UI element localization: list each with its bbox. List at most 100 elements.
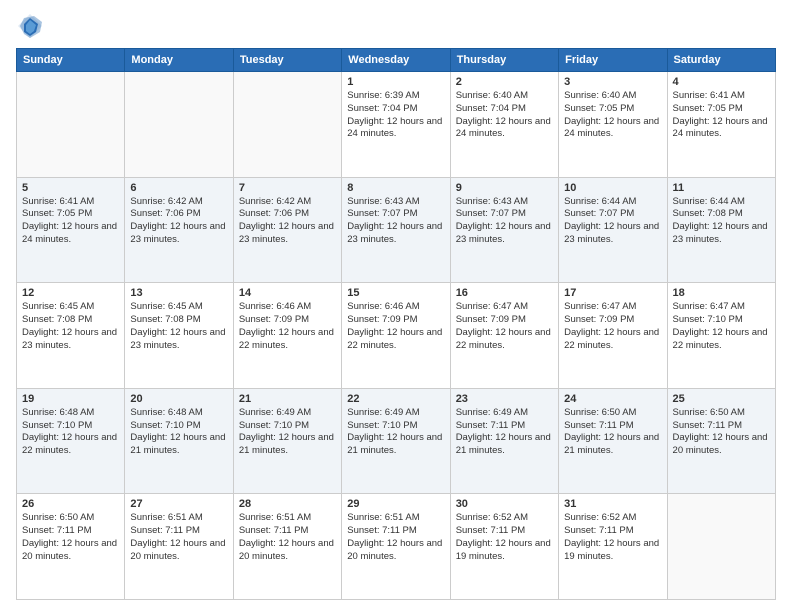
calendar-day-cell: 23 Sunrise: 6:49 AMSunset: 7:11 PMDayligh…: [450, 388, 558, 494]
day-number: 20: [130, 393, 227, 405]
logo-icon: [16, 12, 44, 40]
calendar-day-cell: 8 Sunrise: 6:43 AMSunset: 7:07 PMDaylight…: [342, 177, 450, 283]
day-number: 6: [130, 182, 227, 194]
calendar-day-cell: 12 Sunrise: 6:45 AMSunset: 7:08 PMDayligh…: [17, 283, 125, 389]
header: [16, 12, 776, 40]
calendar-day-cell: 24 Sunrise: 6:50 AMSunset: 7:11 PMDayligh…: [559, 388, 667, 494]
calendar-day-cell: 25 Sunrise: 6:50 AMSunset: 7:11 PMDayligh…: [667, 388, 775, 494]
calendar-week-row: 5 Sunrise: 6:41 AMSunset: 7:05 PMDaylight…: [17, 177, 776, 283]
day-info: Sunrise: 6:48 AMSunset: 7:10 PMDaylight:…: [130, 407, 227, 458]
day-number: 19: [22, 393, 119, 405]
calendar-day-cell: 20 Sunrise: 6:48 AMSunset: 7:10 PMDayligh…: [125, 388, 233, 494]
calendar-day-cell: 29Sunrise: 6:51 AMSunset: 7:11 PMDayligh…: [342, 494, 450, 600]
calendar-day-cell: 3 Sunrise: 6:40 AMSunset: 7:05 PMDaylight…: [559, 72, 667, 178]
day-number: 1: [347, 76, 444, 88]
calendar-day-cell: 10 Sunrise: 6:44 AMSunset: 7:07 PMDayligh…: [559, 177, 667, 283]
day-info: Sunrise: 6:50 AMSunset: 7:11 PMDaylight:…: [673, 407, 770, 458]
day-info: Sunrise: 6:49 AMSunset: 7:10 PMDaylight:…: [239, 407, 336, 458]
weekday-header: Monday: [125, 49, 233, 72]
calendar-header-row: SundayMondayTuesdayWednesdayThursdayFrid…: [17, 49, 776, 72]
weekday-header: Tuesday: [233, 49, 341, 72]
day-info: Sunrise: 6:41 AMSunset: 7:05 PMDaylight:…: [22, 196, 119, 247]
calendar-day-cell: 30Sunrise: 6:52 AMSunset: 7:11 PMDayligh…: [450, 494, 558, 600]
day-info: Sunrise: 6:45 AMSunset: 7:08 PMDaylight:…: [130, 301, 227, 352]
calendar-day-cell: 19Sunrise: 6:48 AMSunset: 7:10 PMDayligh…: [17, 388, 125, 494]
day-info: Sunrise: 6:44 AMSunset: 7:08 PMDaylight:…: [673, 196, 770, 247]
day-info: Sunrise: 6:43 AMSunset: 7:07 PMDaylight:…: [347, 196, 444, 247]
day-number: 25: [673, 393, 770, 405]
calendar-day-cell: 18 Sunrise: 6:47 AMSunset: 7:10 PMDayligh…: [667, 283, 775, 389]
day-number: 13: [130, 287, 227, 299]
calendar-day-cell: 16 Sunrise: 6:47 AMSunset: 7:09 PMDayligh…: [450, 283, 558, 389]
day-number: 22: [347, 393, 444, 405]
day-info: Sunrise: 6:51 AMSunset: 7:11 PMDaylight:…: [347, 512, 444, 563]
day-info: Sunrise: 6:51 AMSunset: 7:11 PMDaylight:…: [130, 512, 227, 563]
calendar-day-cell: [125, 72, 233, 178]
day-info: Sunrise: 6:44 AMSunset: 7:07 PMDaylight:…: [564, 196, 661, 247]
day-number: 12: [22, 287, 119, 299]
day-info: Sunrise: 6:42 AMSunset: 7:06 PMDaylight:…: [130, 196, 227, 247]
calendar-week-row: 1Sunrise: 6:39 AMSunset: 7:04 PMDaylight…: [17, 72, 776, 178]
calendar-week-row: 12 Sunrise: 6:45 AMSunset: 7:08 PMDayligh…: [17, 283, 776, 389]
day-info: Sunrise: 6:50 AMSunset: 7:11 PMDaylight:…: [564, 407, 661, 458]
weekday-header: Friday: [559, 49, 667, 72]
day-info: Sunrise: 6:47 AMSunset: 7:09 PMDaylight:…: [564, 301, 661, 352]
day-number: 5: [22, 182, 119, 194]
calendar-week-row: 26 Sunrise: 6:50 AMSunset: 7:11 PMDayligh…: [17, 494, 776, 600]
day-number: 10: [564, 182, 661, 194]
day-number: 2: [456, 76, 553, 88]
calendar-day-cell: 6 Sunrise: 6:42 AMSunset: 7:06 PMDaylight…: [125, 177, 233, 283]
calendar-day-cell: 2Sunrise: 6:40 AMSunset: 7:04 PMDaylight…: [450, 72, 558, 178]
day-number: 4: [673, 76, 770, 88]
day-info: Sunrise: 6:47 AMSunset: 7:10 PMDaylight:…: [673, 301, 770, 352]
day-info: Sunrise: 6:46 AMSunset: 7:09 PMDaylight:…: [347, 301, 444, 352]
weekday-header: Thursday: [450, 49, 558, 72]
day-info: Sunrise: 6:52 AMSunset: 7:11 PMDaylight:…: [456, 512, 553, 563]
day-number: 3: [564, 76, 661, 88]
calendar-day-cell: 28Sunrise: 6:51 AMSunset: 7:11 PMDayligh…: [233, 494, 341, 600]
day-number: 17: [564, 287, 661, 299]
logo: [16, 12, 48, 40]
calendar-day-cell: 17 Sunrise: 6:47 AMSunset: 7:09 PMDayligh…: [559, 283, 667, 389]
day-number: 31: [564, 498, 661, 510]
calendar-day-cell: 1Sunrise: 6:39 AMSunset: 7:04 PMDaylight…: [342, 72, 450, 178]
calendar-day-cell: 26 Sunrise: 6:50 AMSunset: 7:11 PMDayligh…: [17, 494, 125, 600]
calendar-day-cell: 4 Sunrise: 6:41 AMSunset: 7:05 PMDaylight…: [667, 72, 775, 178]
calendar-day-cell: 13 Sunrise: 6:45 AMSunset: 7:08 PMDayligh…: [125, 283, 233, 389]
day-number: 7: [239, 182, 336, 194]
day-number: 14: [239, 287, 336, 299]
day-info: Sunrise: 6:52 AMSunset: 7:11 PMDaylight:…: [564, 512, 661, 563]
weekday-header: Sunday: [17, 49, 125, 72]
calendar-day-cell: [667, 494, 775, 600]
calendar-day-cell: [233, 72, 341, 178]
day-number: 23: [456, 393, 553, 405]
day-info: Sunrise: 6:51 AMSunset: 7:11 PMDaylight:…: [239, 512, 336, 563]
calendar-day-cell: 15 Sunrise: 6:46 AMSunset: 7:09 PMDayligh…: [342, 283, 450, 389]
day-number: 9: [456, 182, 553, 194]
day-info: Sunrise: 6:41 AMSunset: 7:05 PMDaylight:…: [673, 90, 770, 141]
day-number: 16: [456, 287, 553, 299]
weekday-header: Saturday: [667, 49, 775, 72]
day-info: Sunrise: 6:50 AMSunset: 7:11 PMDaylight:…: [22, 512, 119, 563]
day-number: 21: [239, 393, 336, 405]
day-number: 15: [347, 287, 444, 299]
calendar-day-cell: 14 Sunrise: 6:46 AMSunset: 7:09 PMDayligh…: [233, 283, 341, 389]
day-number: 26: [22, 498, 119, 510]
day-info: Sunrise: 6:40 AMSunset: 7:05 PMDaylight:…: [564, 90, 661, 141]
day-number: 8: [347, 182, 444, 194]
calendar-day-cell: 31 Sunrise: 6:52 AMSunset: 7:11 PMDayligh…: [559, 494, 667, 600]
page: SundayMondayTuesdayWednesdayThursdayFrid…: [0, 0, 792, 612]
day-info: Sunrise: 6:47 AMSunset: 7:09 PMDaylight:…: [456, 301, 553, 352]
day-info: Sunrise: 6:46 AMSunset: 7:09 PMDaylight:…: [239, 301, 336, 352]
day-info: Sunrise: 6:49 AMSunset: 7:11 PMDaylight:…: [456, 407, 553, 458]
calendar-day-cell: 21 Sunrise: 6:49 AMSunset: 7:10 PMDayligh…: [233, 388, 341, 494]
day-info: Sunrise: 6:49 AMSunset: 7:10 PMDaylight:…: [347, 407, 444, 458]
day-number: 27: [130, 498, 227, 510]
day-number: 18: [673, 287, 770, 299]
day-info: Sunrise: 6:45 AMSunset: 7:08 PMDaylight:…: [22, 301, 119, 352]
calendar-day-cell: 5 Sunrise: 6:41 AMSunset: 7:05 PMDaylight…: [17, 177, 125, 283]
calendar-table: SundayMondayTuesdayWednesdayThursdayFrid…: [16, 48, 776, 600]
calendar-day-cell: 7 Sunrise: 6:42 AMSunset: 7:06 PMDaylight…: [233, 177, 341, 283]
day-number: 24: [564, 393, 661, 405]
day-info: Sunrise: 6:42 AMSunset: 7:06 PMDaylight:…: [239, 196, 336, 247]
